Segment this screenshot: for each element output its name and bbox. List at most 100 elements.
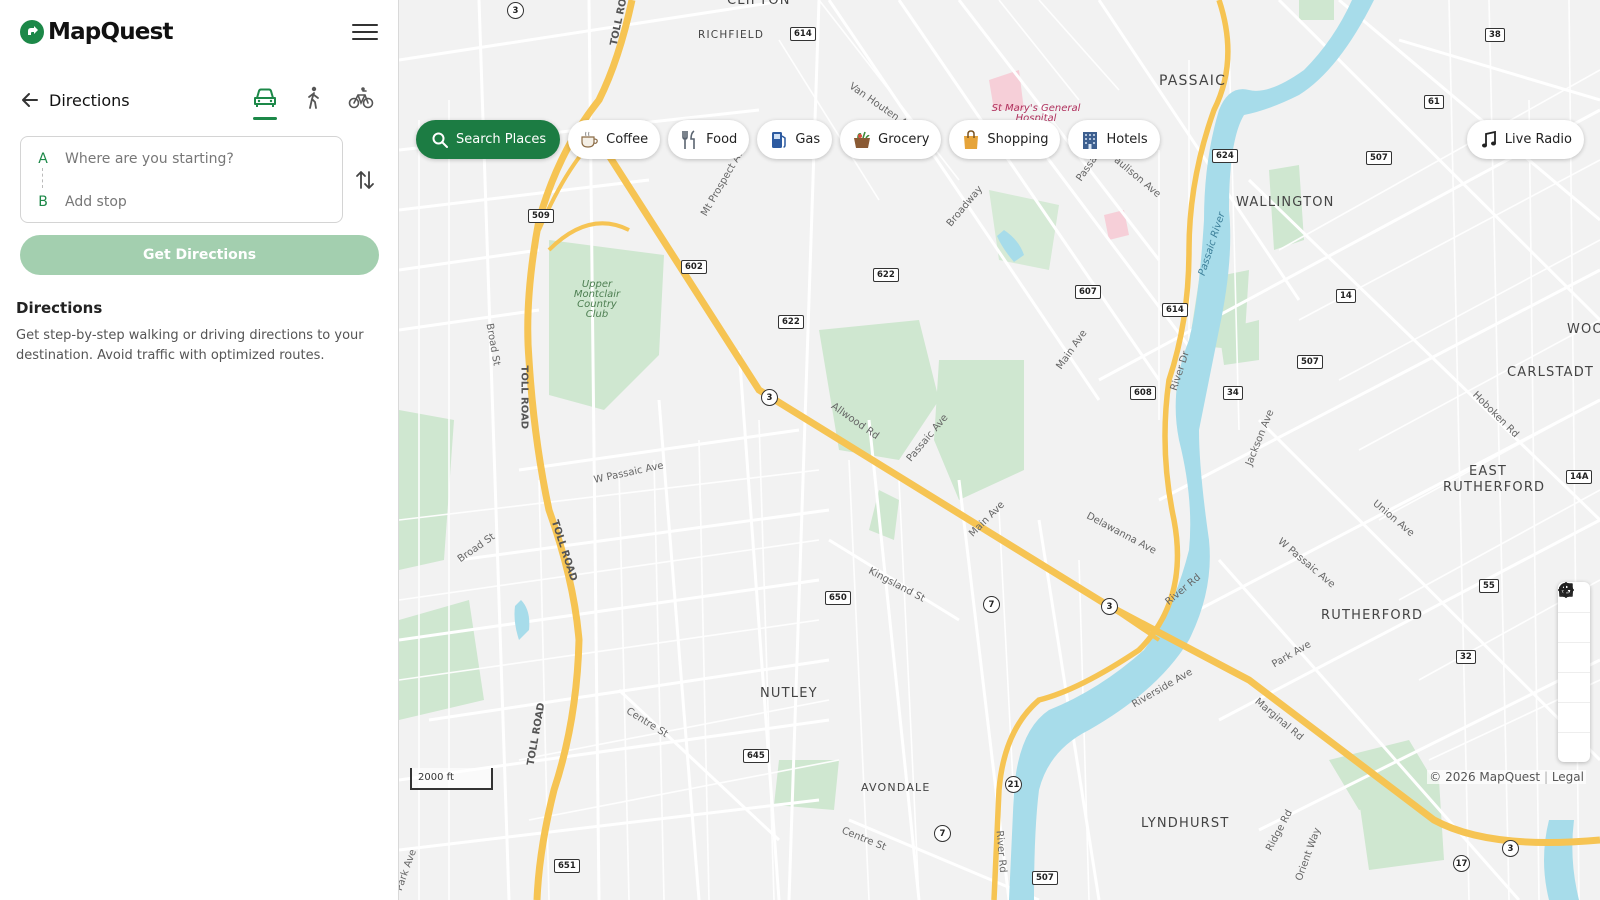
route-shield: 61 [1424, 95, 1444, 109]
place-label: PASSAIC [1159, 73, 1227, 89]
chip-label: Grocery [878, 132, 930, 147]
park-area [399, 600, 484, 720]
route-shield: 651 [554, 859, 580, 873]
route-shield: 32 [1456, 650, 1476, 664]
zoom-out-button[interactable] [1558, 588, 1590, 642]
chip-label: Shopping [987, 132, 1049, 147]
swap-arrows-icon[interactable] [353, 167, 378, 193]
chip-label: Coffee [606, 132, 649, 147]
route-shield: 7 [983, 596, 1000, 613]
route-shield: 7 [934, 825, 951, 842]
place-label: NUTLEY [760, 686, 818, 701]
food-icon [680, 129, 700, 150]
hotel-icon [1080, 130, 1100, 150]
route-shield: 3 [1101, 598, 1118, 615]
mapquest-logo-icon [20, 20, 44, 44]
music-note-icon [1479, 130, 1499, 150]
pond [514, 600, 530, 640]
logo-text: MapQuest [48, 19, 173, 45]
copyright-text: © 2026 MapQuest [1429, 770, 1541, 784]
route-shield: 608 [1130, 386, 1156, 400]
park-area [399, 410, 454, 570]
get-directions-button[interactable]: Get Directions [20, 235, 379, 275]
route-shield: 650 [825, 591, 851, 605]
mode-bike-tab[interactable] [344, 80, 378, 120]
route-shield: 14A [1566, 470, 1593, 484]
route-shield: 55 [1479, 579, 1499, 593]
mode-drive-tab[interactable] [248, 80, 282, 120]
route-shield: 624 [1212, 149, 1238, 163]
mode-walk-tab[interactable] [296, 80, 330, 120]
info-text: Get step-by-step walking or driving dire… [16, 328, 364, 363]
gas-icon [769, 130, 789, 150]
info-title: Directions [16, 299, 103, 317]
sidebar: MapQuest Directions A Where are you star… [0, 0, 399, 900]
coffee-icon [580, 130, 600, 150]
route-shield: 14 [1336, 289, 1356, 303]
hotels-chip[interactable]: Hotels [1068, 120, 1160, 159]
page-title: Directions [49, 90, 130, 110]
live-radio-button[interactable]: Live Radio [1466, 120, 1584, 159]
locate-me-button[interactable] [1558, 582, 1590, 702]
directions-info: Directions Get step-by-step walking or d… [0, 299, 398, 366]
chip-label: Hotels [1106, 132, 1148, 147]
route-shield: 622 [873, 268, 899, 282]
park-label: Upper Montclair Country Club [573, 279, 621, 320]
place-label: CARLSTADT [1507, 365, 1595, 380]
route-box: A B [20, 136, 343, 223]
grocery-icon [852, 130, 872, 150]
traffic-button[interactable] [1558, 584, 1590, 732]
car-icon [252, 87, 278, 113]
stop-input[interactable] [65, 193, 342, 210]
route-shield: 509 [528, 209, 554, 223]
place-label: RUTHERFORD [1321, 608, 1424, 623]
route-shield: 507 [1366, 151, 1392, 165]
park-area [1299, 0, 1334, 20]
origin-input[interactable] [65, 150, 342, 167]
place-label: WOO [1567, 322, 1600, 337]
street-label: TOLL ROAD [518, 365, 530, 430]
category-chips: Search Places Coffee Food Gas Grocery Sh… [416, 120, 1160, 159]
park-area [989, 190, 1059, 270]
route-shield: 17 [1453, 855, 1470, 872]
route-shield: 622 [778, 315, 804, 329]
place-label: LYNDHURST [1141, 816, 1230, 831]
top-bar: MapQuest [0, 0, 398, 64]
route-shield: 3 [507, 2, 524, 19]
route-shield: 34 [1223, 386, 1243, 400]
route-shield: 507 [1032, 871, 1058, 885]
gas-chip[interactable]: Gas [757, 120, 833, 159]
hamburger-menu-icon[interactable] [352, 19, 378, 45]
route-shield: 3 [1502, 840, 1519, 857]
route-connector [42, 168, 43, 188]
route-shield: 645 [743, 749, 769, 763]
shopping-bag-icon [961, 129, 981, 150]
logo[interactable]: MapQuest [20, 19, 173, 45]
chip-label: Gas [795, 132, 821, 147]
route-inputs: A B [0, 136, 398, 223]
stop-row: B [21, 180, 342, 223]
share-icon [1559, 583, 1573, 597]
route-shield: 3 [761, 389, 778, 406]
search-places-chip[interactable]: Search Places [416, 120, 561, 159]
shopping-chip[interactable]: Shopping [949, 120, 1061, 159]
share-button[interactable] [1558, 583, 1590, 762]
grocery-chip[interactable]: Grocery [840, 120, 942, 159]
food-chip[interactable]: Food [668, 120, 750, 159]
park-area [869, 490, 899, 540]
route-shield: 614 [790, 27, 816, 41]
back-arrow-icon[interactable] [20, 89, 42, 111]
place-label: CLIFTON [727, 0, 791, 8]
place-label: WALLINGTON [1236, 195, 1335, 210]
map-style-button[interactable] [1558, 582, 1590, 672]
chip-label: Search Places [456, 132, 547, 147]
stop-marker: B [38, 193, 48, 210]
legal-link[interactable]: Legal [1552, 770, 1584, 784]
park-area [549, 240, 664, 410]
route-shield: 21 [1005, 776, 1022, 793]
map-controls [1558, 582, 1590, 762]
search-icon [430, 130, 450, 150]
route-shield: 507 [1297, 355, 1323, 369]
coffee-chip[interactable]: Coffee [568, 120, 661, 159]
park-area [934, 360, 1024, 500]
